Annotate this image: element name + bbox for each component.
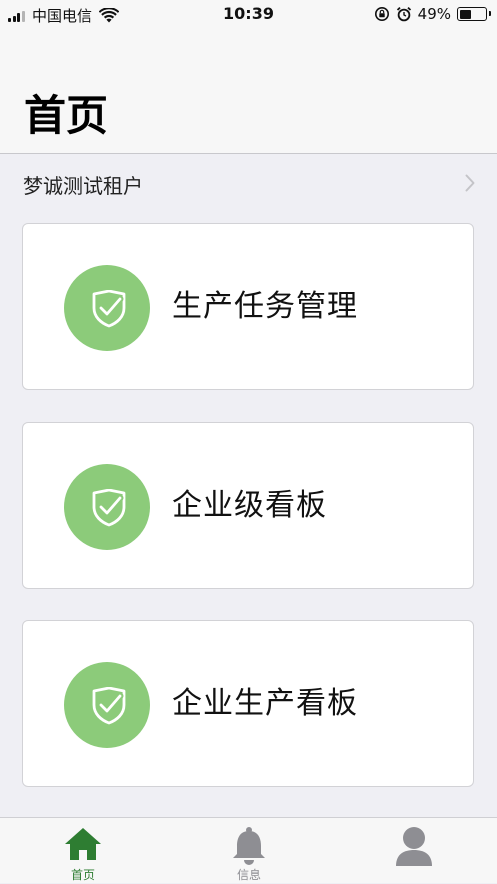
- tenant-selector[interactable]: 梦诚测试租户: [0, 154, 497, 214]
- status-right: 49%: [374, 5, 491, 23]
- home-icon: [65, 828, 101, 860]
- page-title: 首页: [24, 91, 109, 140]
- card-enterprise-dashboard[interactable]: 企业级看板: [22, 422, 474, 589]
- tab-home[interactable]: 首页: [0, 818, 166, 884]
- chevron-right-icon: [465, 174, 475, 192]
- battery-percent: 49%: [417, 5, 451, 23]
- tab-info[interactable]: 信息: [166, 818, 332, 884]
- profile-icon: [396, 827, 432, 866]
- battery-icon: [457, 7, 491, 21]
- card-label: 企业级看板: [172, 488, 327, 523]
- tenant-label: 梦诚测试租户: [23, 174, 143, 198]
- shield-check-icon: [64, 464, 150, 550]
- card-label: 生产任务管理: [172, 289, 358, 324]
- card-enterprise-production-dashboard[interactable]: 企业生产看板: [22, 620, 474, 787]
- battery-fill: [459, 9, 472, 19]
- shield-check-icon: [64, 662, 150, 748]
- tab-profile[interactable]: [331, 818, 497, 884]
- tab-bar: 首页 信息: [0, 817, 497, 883]
- tab-label: 信息: [236, 868, 261, 882]
- card-label: 企业生产看板: [172, 686, 358, 721]
- alarm-icon: [396, 6, 411, 22]
- status-bar: 中国电信 10:39 49%: [0, 0, 497, 30]
- card-production-task-management[interactable]: 生产任务管理: [22, 223, 474, 390]
- navigation-header: 首页: [0, 30, 497, 154]
- shield-check-icon: [64, 265, 150, 351]
- rotation-lock-icon: [374, 7, 389, 21]
- bell-icon: [233, 827, 265, 865]
- tab-label: 首页: [70, 868, 95, 882]
